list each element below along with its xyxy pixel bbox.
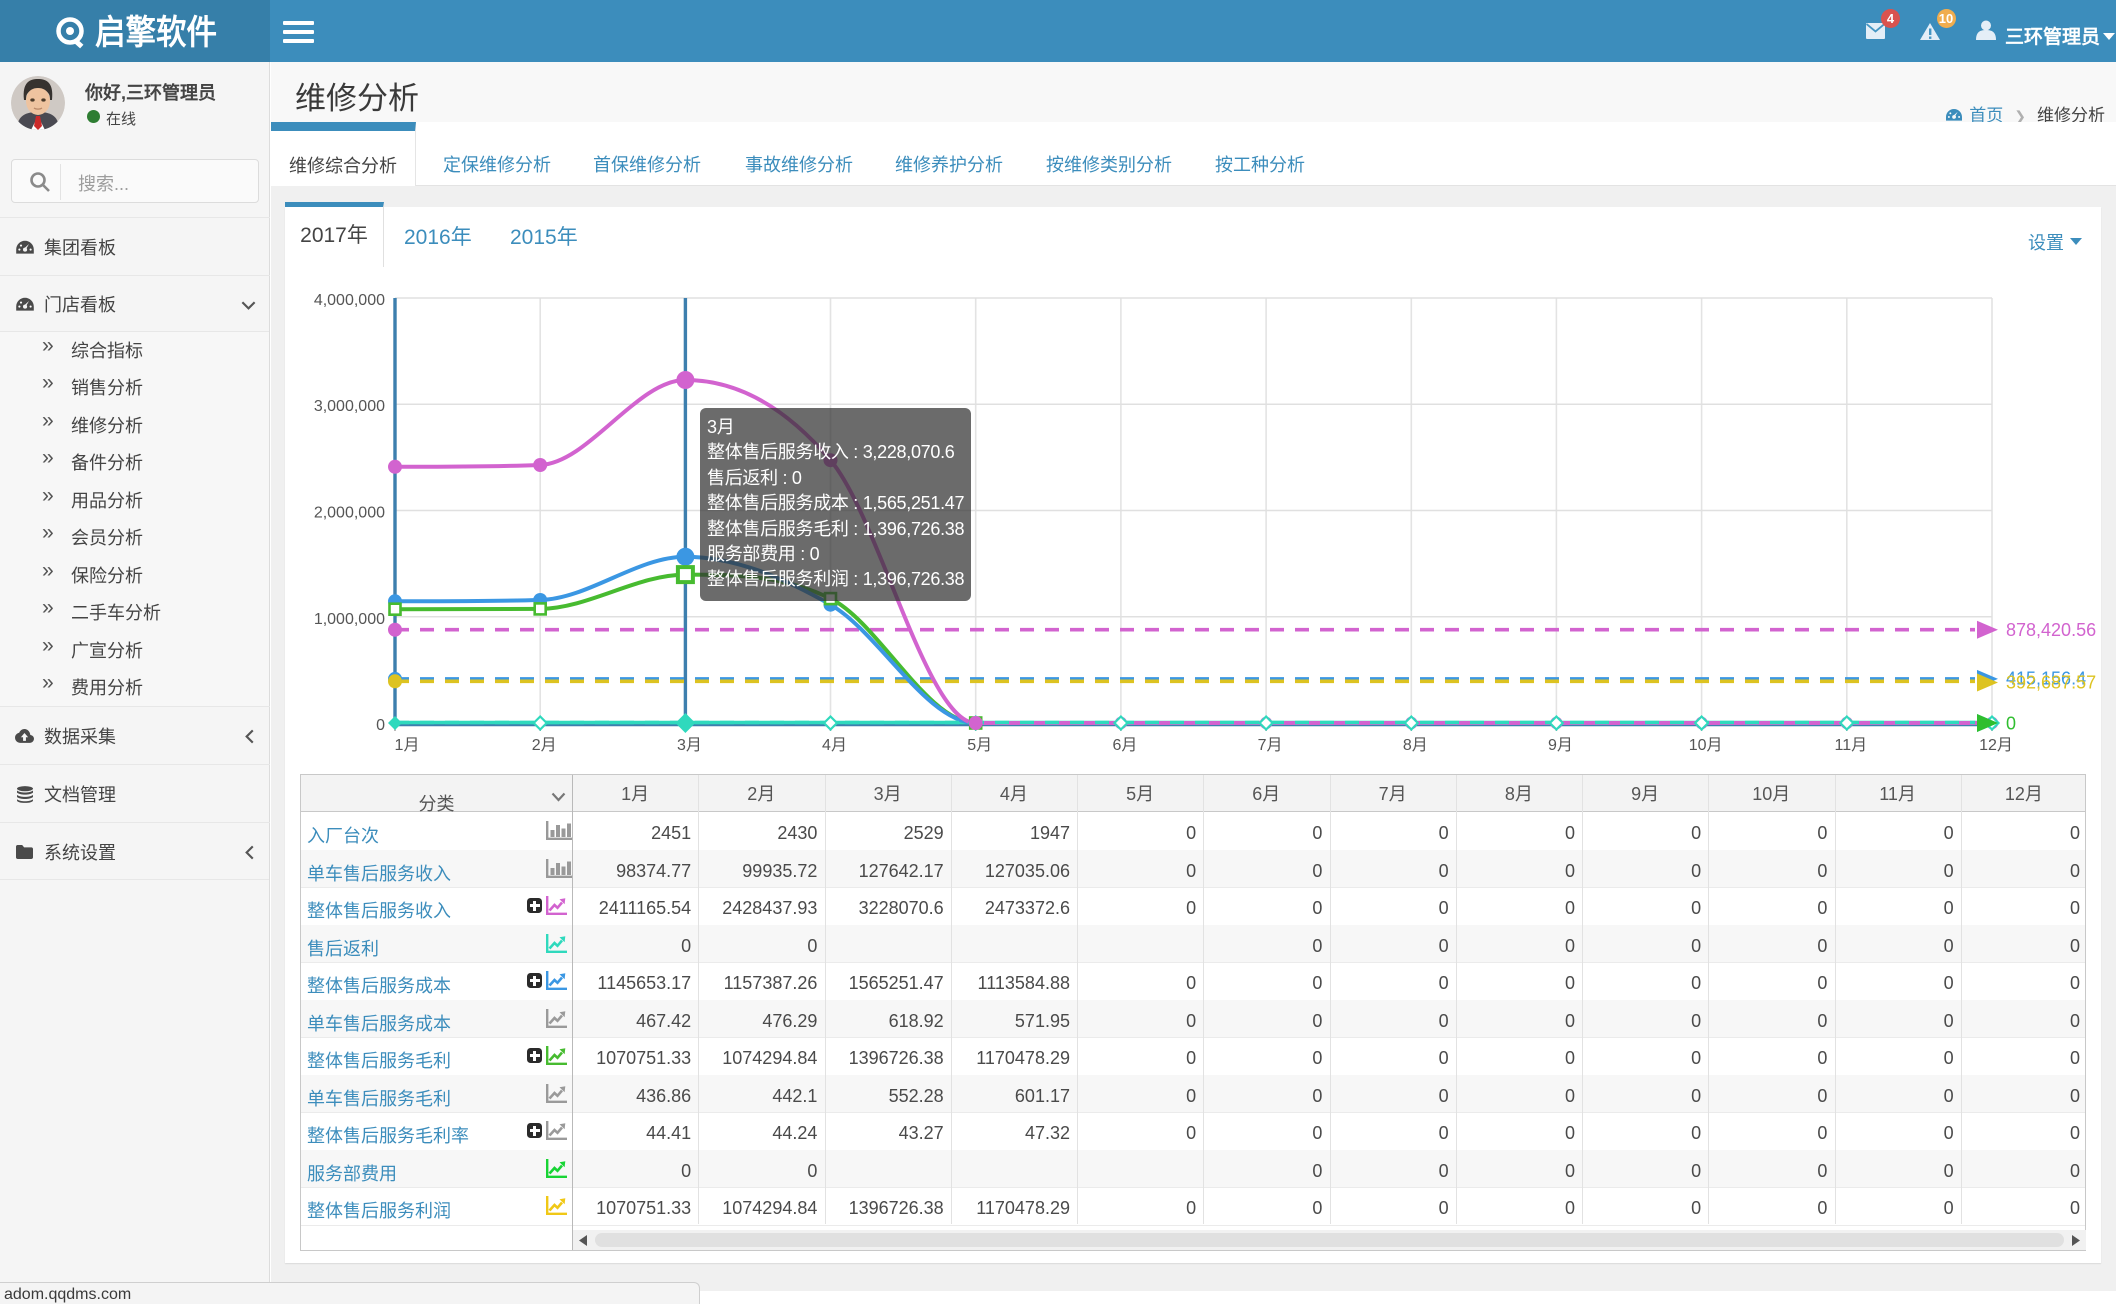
svg-text:3,000,000: 3,000,000 — [314, 398, 385, 415]
svg-text:启擎软件: 启擎软件 — [95, 14, 217, 52]
svg-text:5月: 5月 — [967, 737, 992, 754]
svg-text:4月: 4月 — [822, 737, 847, 754]
svg-text:10月: 10月 — [1689, 737, 1723, 754]
svg-text:9月: 9月 — [1548, 737, 1573, 754]
svg-text:2月: 2月 — [532, 737, 557, 754]
svg-text:1,000,000: 1,000,000 — [314, 611, 385, 628]
svg-text:3月: 3月 — [677, 737, 702, 754]
svg-text:8月: 8月 — [1403, 737, 1428, 754]
svg-text:11月: 11月 — [1834, 737, 1867, 754]
svg-text:6月: 6月 — [1112, 737, 1137, 754]
svg-text:392,687.57: 392,687.57 — [2006, 673, 2096, 693]
svg-text:7月: 7月 — [1258, 737, 1283, 754]
svg-text:1月: 1月 — [395, 737, 420, 754]
svg-text:878,420.56: 878,420.56 — [2006, 620, 2096, 640]
svg-text:12月: 12月 — [1979, 737, 2013, 754]
svg-text:2,000,000: 2,000,000 — [314, 505, 385, 522]
svg-text:0: 0 — [2006, 714, 2016, 734]
svg-text:4,000,000: 4,000,000 — [314, 292, 385, 309]
svg-text:0: 0 — [376, 717, 385, 734]
